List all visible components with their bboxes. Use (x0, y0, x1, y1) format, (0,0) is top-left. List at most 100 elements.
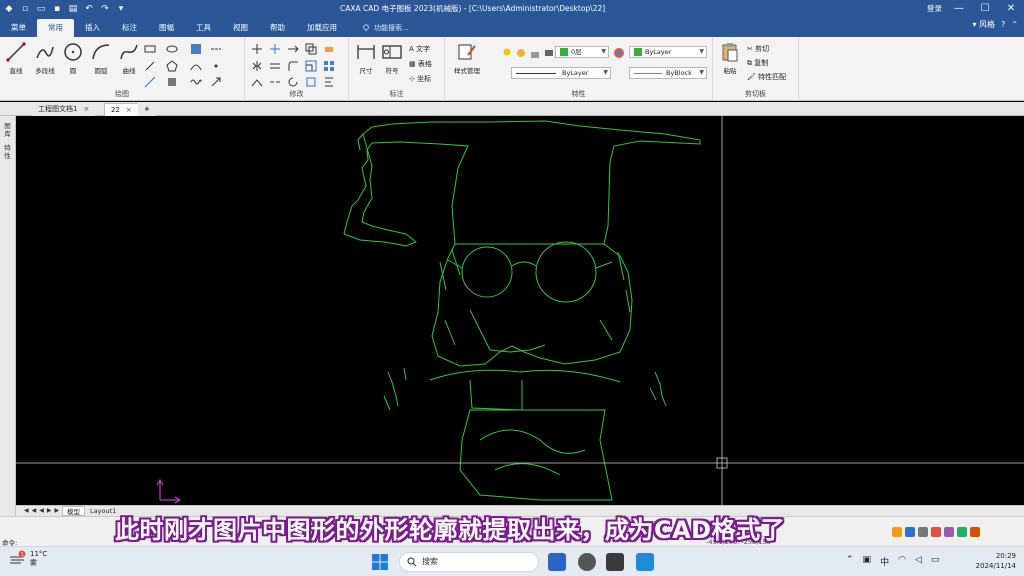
layer-print-icon[interactable] (543, 47, 555, 59)
print-icon[interactable]: ▤ (66, 2, 80, 15)
layer-lock-icon[interactable] (529, 47, 541, 59)
arrow-icon[interactable] (210, 76, 222, 88)
arc-button[interactable]: 圆弧 (88, 41, 114, 75)
save-icon[interactable]: ▪ (50, 2, 64, 15)
customize-qa-icon[interactable]: ▾ (114, 2, 128, 15)
fillet-icon[interactable] (287, 60, 299, 72)
mirror-icon[interactable] (251, 60, 263, 72)
tab-tools[interactable]: 工具 (185, 19, 222, 37)
match-properties-button[interactable]: 🖌 特性匹配 (747, 72, 786, 82)
properties-tab[interactable]: 特 (0, 144, 15, 152)
array-icon[interactable] (323, 60, 335, 72)
line-button[interactable]: 直线 (3, 41, 29, 75)
hatch-icon[interactable] (190, 43, 202, 55)
library-tab[interactable]: 图 (0, 122, 15, 130)
help-icon[interactable]: ? (1001, 20, 1005, 29)
linetype-dropdown[interactable]: ByLayer ▼ (511, 67, 611, 79)
skin-icon[interactable] (944, 527, 954, 537)
circle-button[interactable]: 圆 (60, 41, 86, 75)
taskbar-search[interactable]: 搜索 (399, 552, 539, 572)
toolbox-icon[interactable] (957, 527, 967, 537)
stretch-icon[interactable] (251, 76, 263, 88)
wifi-icon[interactable]: ◠ (898, 555, 906, 568)
battery-icon[interactable]: ▭ (931, 555, 940, 568)
close-tab-icon[interactable]: × (83, 105, 89, 113)
clock[interactable]: 20:29 2024/11/14 (976, 551, 1016, 571)
layer-dropdown[interactable]: 0层 ▼ (555, 46, 609, 58)
new-tab-button[interactable]: + (138, 103, 156, 116)
rectangle-icon[interactable] (144, 43, 156, 55)
close-button[interactable]: ✕ (998, 0, 1024, 17)
offset-icon[interactable] (269, 60, 281, 72)
user-icon[interactable] (970, 527, 980, 537)
minimize-button[interactable]: — (946, 0, 972, 17)
wave-line-icon[interactable] (190, 76, 202, 88)
eraser-icon[interactable] (323, 43, 335, 55)
text-button[interactable]: A 文字 (409, 44, 430, 54)
table-button[interactable]: ▦ 表格 (409, 59, 432, 69)
mic-icon[interactable] (918, 527, 928, 537)
tab-view[interactable]: 视图 (222, 19, 259, 37)
new-file-icon[interactable]: ▫ (18, 2, 32, 15)
app-logo-icon[interactable]: ◆ (2, 2, 16, 15)
trim-icon[interactable] (269, 43, 281, 55)
ellipse-icon[interactable] (166, 43, 178, 55)
lang-indicator-icon[interactable] (905, 527, 915, 537)
close-tab-icon[interactable]: × (126, 106, 132, 114)
drawing-canvas[interactable] (16, 116, 1024, 505)
layout-tab-model[interactable]: 模型 (62, 506, 85, 516)
tab-help[interactable]: 帮助 (259, 19, 296, 37)
caxa-taskbar-icon[interactable] (636, 553, 654, 571)
side-panel-strip[interactable]: 图 库 特 性 (0, 116, 16, 516)
tab-menu[interactable]: 菜单 (0, 19, 37, 37)
scale-icon[interactable] (305, 60, 317, 72)
pinned-app-1-icon[interactable] (548, 553, 566, 571)
tab-home[interactable]: 常用 (37, 19, 74, 37)
volume-icon[interactable]: ◁ (915, 555, 922, 568)
spline-icon[interactable] (190, 60, 202, 72)
login-button[interactable]: 登录 (927, 3, 942, 14)
color-wheel-icon[interactable] (613, 47, 625, 59)
block-icon[interactable] (166, 76, 178, 88)
doc-tab-drawing1[interactable]: 工程图文档1 × (32, 103, 96, 116)
lineweight-dropdown[interactable]: ByBlock ▼ (629, 67, 707, 79)
show-hidden-icons-icon[interactable]: ⌃ (846, 555, 854, 568)
input-method-icon[interactable] (892, 527, 902, 537)
cut-button[interactable]: ✂ 剪切 (747, 44, 769, 54)
break-icon[interactable] (269, 76, 281, 88)
rotate-icon[interactable] (287, 76, 299, 88)
layer-freeze-icon[interactable] (515, 47, 527, 59)
tab-drawing-frame[interactable]: 图幅 (148, 19, 185, 37)
parallel-line-icon[interactable] (144, 60, 156, 72)
explode-icon[interactable] (305, 76, 317, 88)
layer-bulb-icon[interactable] (501, 47, 513, 59)
function-search[interactable]: 功能搜索... (348, 19, 409, 37)
maximize-button[interactable]: ☐ (972, 0, 998, 17)
point-icon[interactable] (210, 60, 222, 72)
construction-line-icon[interactable] (144, 76, 156, 88)
polyline-button[interactable]: 多段线 (31, 41, 59, 75)
symbol-button[interactable]: 符号 (379, 41, 405, 75)
paste-button[interactable]: 粘贴 (717, 41, 743, 75)
curve-button[interactable]: 曲线 (116, 41, 142, 75)
lang-indicator[interactable]: 中 (880, 555, 889, 568)
polygon-icon[interactable] (166, 60, 178, 72)
undo-icon[interactable]: ↶ (82, 2, 96, 15)
weather-widget[interactable]: 1 11°C 雾 (8, 550, 47, 568)
copy-object-icon[interactable] (305, 43, 317, 55)
dimension-button[interactable]: 尺寸 (353, 41, 379, 75)
extend-icon[interactable] (287, 43, 299, 55)
tray-app-icon[interactable]: ▣ (863, 555, 872, 568)
pinned-app-3-icon[interactable] (606, 553, 624, 571)
align-icon[interactable] (323, 76, 335, 88)
coordinate-button[interactable]: ⊹ 坐标 (409, 74, 431, 84)
color-dropdown[interactable]: ByLayer ▼ (629, 46, 707, 58)
keyboard-icon[interactable] (931, 527, 941, 537)
tab-load-apps[interactable]: 加载应用 (296, 19, 348, 37)
move-icon[interactable] (251, 43, 263, 55)
redo-icon[interactable]: ↷ (98, 2, 112, 15)
doc-tab-22[interactable]: 22 × (104, 103, 139, 116)
copy-button[interactable]: ⧉ 复制 (747, 58, 768, 68)
tab-annotate[interactable]: 标注 (111, 19, 148, 37)
windows-start-icon[interactable] (372, 554, 388, 570)
